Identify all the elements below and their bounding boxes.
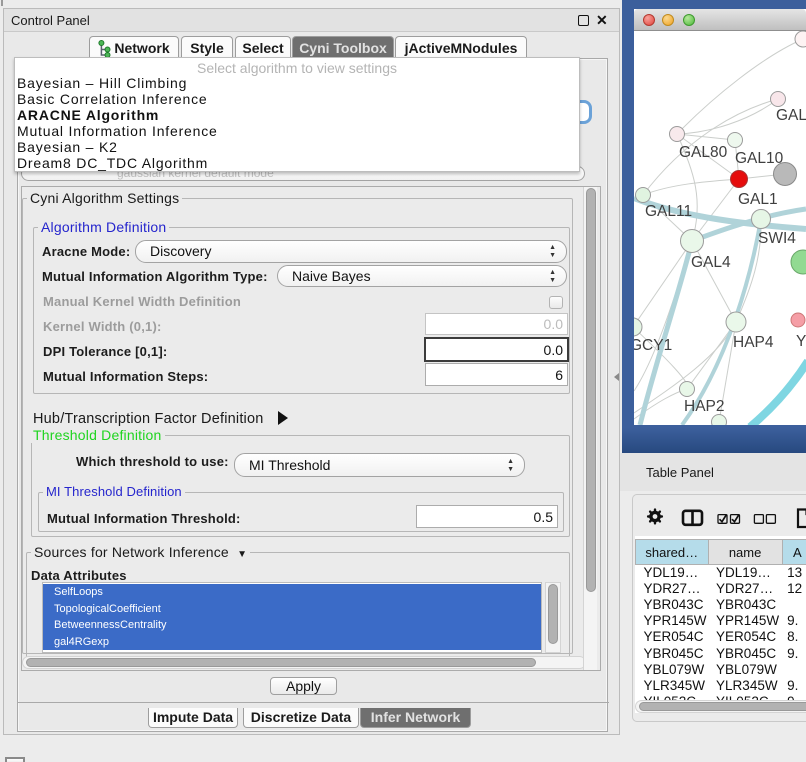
svg-text:HAP4: HAP4 bbox=[733, 334, 774, 351]
svg-text:HAP2: HAP2 bbox=[684, 398, 725, 415]
svg-text:GAL11: GAL11 bbox=[645, 203, 692, 220]
svg-text:GAL80: GAL80 bbox=[679, 144, 728, 161]
svg-text:GCY1: GCY1 bbox=[634, 337, 672, 354]
svg-text:SWI4: SWI4 bbox=[758, 230, 796, 247]
svg-text:GAL4: GAL4 bbox=[691, 254, 731, 271]
svg-text:GAL1: GAL1 bbox=[738, 191, 778, 208]
svg-text:GAL: GAL bbox=[776, 107, 806, 124]
svg-text:GAL10: GAL10 bbox=[735, 150, 784, 167]
svg-text:Y: Y bbox=[796, 333, 806, 350]
